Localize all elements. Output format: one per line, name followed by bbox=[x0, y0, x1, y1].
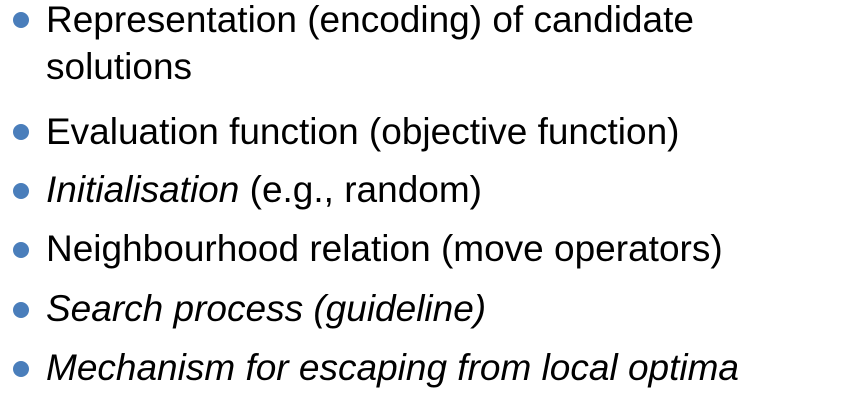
list-item-rest: (e.g., random) bbox=[239, 169, 482, 210]
bullet-dot-icon bbox=[13, 124, 29, 140]
bullet-dot-icon bbox=[13, 12, 29, 28]
bullet-list: Representation (encoding) of candidate s… bbox=[0, 0, 841, 408]
list-item-emphasis: Initialisation bbox=[46, 169, 240, 210]
bullet-dot-icon bbox=[13, 242, 29, 258]
list-item-text-line-1: Representation (encoding) of candidate bbox=[46, 0, 694, 40]
list-item-text: Search process (guideline) bbox=[46, 288, 487, 329]
list-item-text: Mechanism for escaping from local optima bbox=[46, 347, 740, 388]
bullet-dot-icon bbox=[13, 183, 29, 199]
bullet-dot-icon bbox=[13, 302, 29, 318]
list-item-text: Neighbourhood relation (move operators) bbox=[46, 228, 723, 269]
list-item-text: Initialisation (e.g., random) bbox=[46, 168, 482, 212]
bullet-dot-icon bbox=[13, 361, 29, 377]
list-item-text: Evaluation function (objective function) bbox=[46, 111, 680, 152]
list-item-text-line-2: solutions bbox=[46, 46, 193, 87]
